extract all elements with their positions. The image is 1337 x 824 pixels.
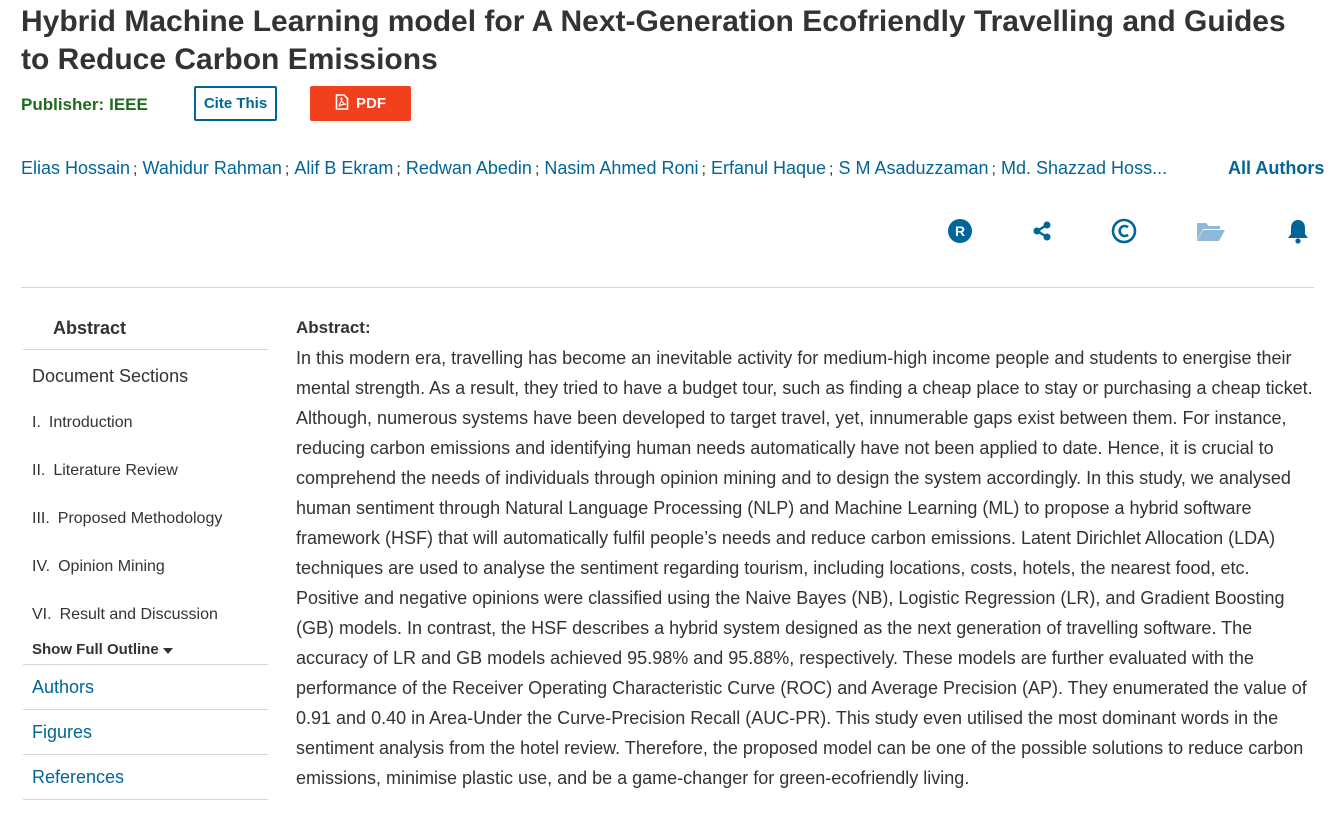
publisher: Publisher: IEEE <box>21 95 148 115</box>
section-number: II. <box>32 462 46 479</box>
section-number: III. <box>32 510 50 527</box>
sidebar-section-item[interactable]: I. Introduction <box>23 399 268 447</box>
section-label: Opinion Mining <box>58 558 165 575</box>
sidebar-item-references[interactable]: References <box>23 755 268 800</box>
author-link[interactable]: Redwan Abedin <box>406 158 532 178</box>
section-list: I. Introduction II. Literature Review III. Pr… <box>23 399 268 639</box>
abstract-heading: Abstract: <box>296 318 371 337</box>
author-link[interactable]: S M Asaduzzaman <box>838 158 988 178</box>
sidebar-section-item[interactable]: III. Proposed Methodology <box>23 495 268 543</box>
author-separator: ; <box>701 161 706 178</box>
pdf-button[interactable]: PDF <box>310 86 411 121</box>
author-separator: ; <box>133 161 138 178</box>
section-label: Proposed Methodology <box>57 510 223 527</box>
sidebar-item-abstract[interactable]: Abstract <box>23 303 268 350</box>
sidebar-section-item[interactable]: II. Literature Review <box>23 447 268 495</box>
sidebar-item-figures[interactable]: Figures <box>23 710 268 755</box>
all-authors-link[interactable]: All Authors <box>1228 158 1324 179</box>
sidebar-section-item[interactable]: VI. Result and Discussion <box>23 591 268 639</box>
author-line: Elias Hossain; Wahidur Rahman; Alif B Ekra… <box>21 158 1331 182</box>
abstract-section: Abstract: In this modern era, travelling… <box>296 313 1316 793</box>
author-link[interactable]: Md. Shazzad Hoss... <box>1001 158 1167 178</box>
show-full-outline-button[interactable]: Show Full Outline <box>23 639 268 665</box>
show-full-outline-label: Show Full Outline <box>32 641 159 658</box>
author-link[interactable]: Wahidur Rahman <box>143 158 282 178</box>
sidebar-section-item[interactable]: IV. Opinion Mining <box>23 543 268 591</box>
section-label: Literature Review <box>53 462 178 479</box>
document-title: Hybrid Machine Learning model for A Next… <box>21 5 1286 76</box>
author-separator: ; <box>396 161 401 178</box>
abstract-text: In this modern era, travelling has becom… <box>296 348 1313 788</box>
document-sidebar: Abstract Document Sections I. Introductio… <box>23 303 268 800</box>
author-link[interactable]: Alif B Ekram <box>294 158 393 178</box>
section-number: I. <box>32 414 41 431</box>
publisher-name: IEEE <box>109 95 148 114</box>
sidebar-item-authors[interactable]: Authors <box>23 665 268 710</box>
section-number: IV. <box>32 558 51 575</box>
header-divider <box>21 287 1314 288</box>
author-separator: ; <box>829 161 834 178</box>
pdf-icon <box>335 93 349 114</box>
bell-icon[interactable] <box>1283 216 1313 246</box>
svg-text:R: R <box>955 223 965 239</box>
pdf-label: PDF <box>356 95 386 112</box>
section-label: Introduction <box>48 414 133 431</box>
author-link[interactable]: Erfanul Haque <box>711 158 826 178</box>
copyright-icon[interactable] <box>1109 216 1139 246</box>
document-sections-heading: Document Sections <box>32 366 189 386</box>
section-label: Result and Discussion <box>59 606 218 623</box>
caret-down-icon <box>162 641 173 658</box>
publisher-row: Publisher: IEEE Cite This PDF <box>21 86 621 122</box>
publisher-label: Publisher: <box>21 95 105 114</box>
author-separator: ; <box>534 161 540 178</box>
author-separator: ; <box>991 161 996 178</box>
section-number: VI. <box>32 606 52 623</box>
cite-this-button[interactable]: Cite This <box>194 86 277 121</box>
author-link[interactable]: Elias Hossain <box>21 158 130 178</box>
author-separator: ; <box>284 161 290 178</box>
author-link[interactable]: Nasim Ahmed Roni <box>544 158 698 178</box>
rights-icon[interactable]: R <box>945 216 975 246</box>
folder-icon[interactable] <box>1193 216 1229 246</box>
author-list: Elias Hossain; Wahidur Rahman; Alif B Ekra… <box>21 158 1211 179</box>
share-icon[interactable] <box>1027 216 1057 246</box>
